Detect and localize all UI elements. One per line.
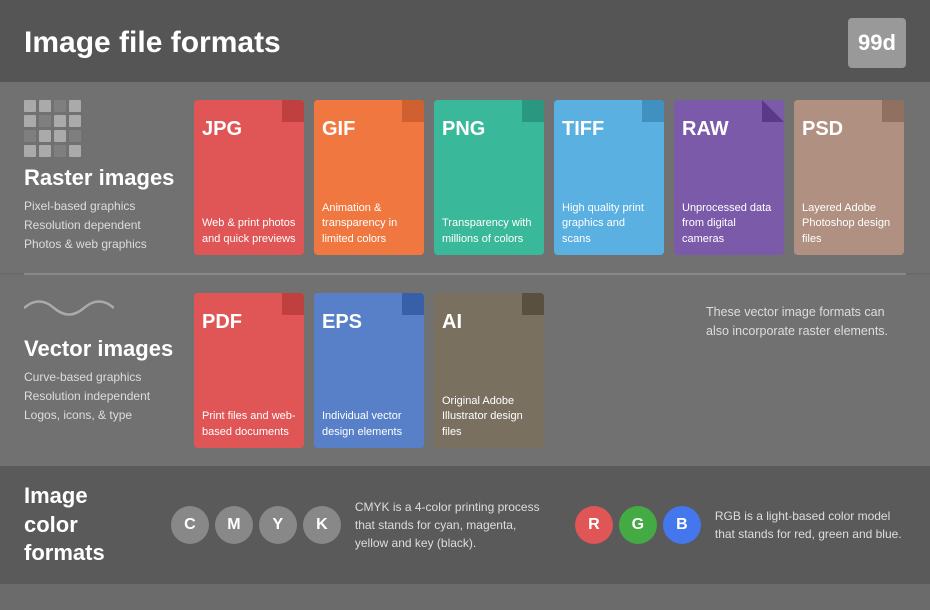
rgb-desc: RGB is a light-based color model that st…	[715, 507, 906, 543]
raster-dot	[54, 100, 66, 112]
wave-svg	[24, 293, 114, 323]
card-label: PSD	[802, 118, 896, 141]
card-label: TIFF	[562, 118, 656, 141]
card-eps: EPS Individual vector design elements	[314, 293, 424, 448]
card-desc: Print files and web-based documents	[202, 409, 296, 440]
card-body: TIFF High quality print graphics and sca…	[554, 100, 664, 255]
card-label: PNG	[442, 118, 536, 141]
cmyk-block: CMYK CMYK is a 4-color printing process …	[171, 498, 545, 552]
card-desc: Animation & transparency in limited colo…	[322, 201, 416, 247]
card-psd: PSD Layered Adobe Photoshop design files	[794, 100, 904, 255]
raster-dot	[69, 130, 81, 142]
card-pdf: PDF Print files and web-based documents	[194, 293, 304, 448]
cmyk-circle-y: Y	[259, 506, 297, 544]
vector-desc: Curve-based graphics Resolution independ…	[24, 368, 194, 426]
vector-title: Vector images	[24, 336, 194, 362]
header: Image file formats 99d	[0, 0, 930, 82]
card-desc: Transparency with millions of colors	[442, 216, 536, 247]
card-desc: Layered Adobe Photoshop design files	[802, 201, 896, 247]
raster-dot	[69, 145, 81, 157]
raster-desc: Pixel-based graphics Resolution dependen…	[24, 197, 194, 255]
cmyk-desc: CMYK is a 4-color printing process that …	[355, 498, 545, 552]
card-ai: AI Original Adobe Illustrator design fil…	[434, 293, 544, 448]
color-section: Image color formats CMYK CMYK is a 4-col…	[0, 466, 930, 584]
raster-icon	[24, 100, 194, 157]
card-gif: GIF Animation & transparency in limited …	[314, 100, 424, 255]
card-raw: RAW Unprocessed data from digital camera…	[674, 100, 784, 255]
card-body: JPG Web & print photos and quick preview…	[194, 100, 304, 255]
card-label: AI	[442, 311, 536, 334]
raster-dot	[24, 100, 36, 112]
raster-left: Raster images Pixel-based graphics Resol…	[24, 100, 194, 255]
raster-dot	[54, 130, 66, 142]
raster-dot	[24, 145, 36, 157]
vector-left: Vector images Curve-based graphics Resol…	[24, 293, 194, 426]
rgb-circles: RGB	[575, 506, 701, 544]
raster-dot	[54, 115, 66, 127]
raster-dot	[69, 115, 81, 127]
raster-dot	[54, 145, 66, 157]
card-desc: Unprocessed data from digital cameras	[682, 201, 776, 247]
rgb-block: RGB RGB is a light-based color model tha…	[575, 506, 906, 544]
rgb-circle-b: B	[663, 506, 701, 544]
card-label: RAW	[682, 118, 776, 141]
card-label: GIF	[322, 118, 416, 141]
card-desc: Original Adobe Illustrator design files	[442, 394, 536, 440]
card-body: GIF Animation & transparency in limited …	[314, 100, 424, 255]
card-label: EPS	[322, 311, 416, 334]
cmyk-circle-m: M	[215, 506, 253, 544]
cmyk-circle-c: C	[171, 506, 209, 544]
vector-cards: PDF Print files and web-based documents …	[194, 293, 696, 448]
color-formats-title: Image color formats	[24, 482, 141, 568]
card-label: JPG	[202, 118, 296, 141]
card-body: EPS Individual vector design elements	[314, 293, 424, 448]
card-jpg: JPG Web & print photos and quick preview…	[194, 100, 304, 255]
card-desc: Web & print photos and quick previews	[202, 216, 296, 247]
raster-dot	[24, 130, 36, 142]
cmyk-circle-k: K	[303, 506, 341, 544]
cmyk-circles: CMYK	[171, 506, 341, 544]
rgb-circle-r: R	[575, 506, 613, 544]
card-body: PDF Print files and web-based documents	[194, 293, 304, 448]
vector-note: These vector image formats can also inco…	[706, 293, 906, 341]
logo: 99d	[848, 18, 906, 68]
card-desc: Individual vector design elements	[322, 409, 416, 440]
raster-dot	[39, 115, 51, 127]
raster-dot	[39, 145, 51, 157]
raster-dot	[39, 130, 51, 142]
card-tiff: TIFF High quality print graphics and sca…	[554, 100, 664, 255]
card-body: PSD Layered Adobe Photoshop design files	[794, 100, 904, 255]
card-body: RAW Unprocessed data from digital camera…	[674, 100, 784, 255]
vector-section: Vector images Curve-based graphics Resol…	[0, 275, 930, 466]
card-label: PDF	[202, 311, 296, 334]
page-title: Image file formats	[24, 26, 281, 60]
card-desc: High quality print graphics and scans	[562, 201, 656, 247]
rgb-circle-g: G	[619, 506, 657, 544]
raster-dot	[39, 100, 51, 112]
card-png: PNG Transparency with millions of colors	[434, 100, 544, 255]
card-body: PNG Transparency with millions of colors	[434, 100, 544, 255]
raster-dot	[24, 115, 36, 127]
raster-grid	[24, 100, 194, 157]
raster-cards: JPG Web & print photos and quick preview…	[194, 100, 906, 255]
raster-section: Raster images Pixel-based graphics Resol…	[0, 82, 930, 273]
raster-dot	[69, 100, 81, 112]
vector-icon	[24, 293, 194, 328]
card-body: AI Original Adobe Illustrator design fil…	[434, 293, 544, 448]
raster-title: Raster images	[24, 165, 194, 191]
